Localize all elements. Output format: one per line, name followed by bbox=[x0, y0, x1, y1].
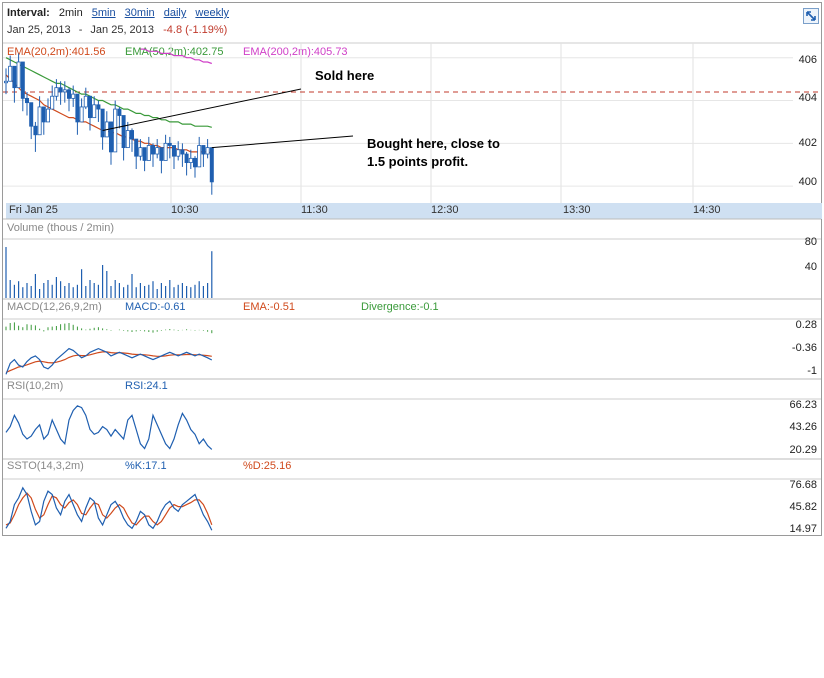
rsi-tick-mid: 43.26 bbox=[789, 421, 817, 433]
candle-body bbox=[12, 65, 17, 89]
candle-body bbox=[96, 104, 101, 110]
candle-body bbox=[88, 95, 93, 119]
annotation-bought-line1: Bought here, close to bbox=[367, 136, 500, 151]
candle-body bbox=[16, 61, 21, 89]
candle-body bbox=[121, 115, 126, 149]
candle-body bbox=[46, 108, 51, 123]
volume-tick-80: 80 bbox=[804, 236, 817, 248]
macd-tick-top: 0.28 bbox=[795, 319, 817, 331]
ssto-k-line bbox=[5, 486, 213, 531]
candle-body bbox=[171, 145, 176, 157]
candle-body bbox=[197, 145, 202, 168]
macd-tick-low: -1 bbox=[807, 365, 817, 377]
time-tick-day: Fri Jan 25 bbox=[9, 204, 58, 216]
candle-body bbox=[205, 147, 210, 155]
candle-body bbox=[8, 65, 13, 82]
candle-body bbox=[79, 106, 84, 123]
candle-body bbox=[201, 145, 206, 155]
candle-body bbox=[37, 106, 42, 136]
candle-body bbox=[176, 149, 181, 157]
candle-body bbox=[142, 147, 147, 161]
ssto-tick-low: 14.97 bbox=[789, 523, 817, 535]
time-tick-1330: 13:30 bbox=[563, 204, 591, 216]
candle-body bbox=[50, 95, 55, 110]
ema200-line bbox=[140, 48, 213, 65]
price-tick-400: 400 bbox=[798, 176, 817, 188]
time-tick-1230: 12:30 bbox=[431, 204, 459, 216]
candle-body bbox=[67, 89, 72, 99]
candle-body bbox=[33, 125, 38, 136]
time-tick-1030: 10:30 bbox=[171, 204, 199, 216]
price-tick-404: 404 bbox=[798, 92, 817, 104]
candle-body bbox=[159, 147, 164, 161]
time-tick-1130: 11:30 bbox=[301, 204, 328, 216]
price-tick-402: 402 bbox=[798, 137, 817, 149]
candle-body bbox=[100, 108, 105, 138]
candle-body bbox=[130, 130, 135, 140]
candle-body bbox=[3, 80, 9, 84]
rsi-tick-low: 20.29 bbox=[789, 444, 817, 456]
candle-body bbox=[188, 157, 193, 164]
candle-body bbox=[167, 142, 172, 146]
ema50-line bbox=[5, 57, 212, 128]
macd-tick-mid: -0.36 bbox=[791, 342, 817, 354]
candle-body bbox=[209, 147, 214, 183]
annotation-pointer-sold bbox=[102, 88, 302, 131]
candle-body bbox=[62, 89, 67, 93]
candle-body bbox=[83, 95, 88, 108]
annotation-sold: Sold here bbox=[315, 68, 375, 83]
candle-body bbox=[163, 142, 168, 161]
volume-tick-40: 40 bbox=[804, 261, 817, 273]
ssto-tick-mid: 45.82 bbox=[789, 501, 817, 513]
rsi-line bbox=[5, 405, 213, 450]
ssto-tick-top: 76.68 bbox=[789, 479, 817, 491]
candle-body bbox=[134, 138, 139, 157]
rsi-tick-top: 66.23 bbox=[789, 399, 817, 411]
candle-body bbox=[117, 108, 122, 116]
time-tick-1430: 14:30 bbox=[693, 204, 721, 216]
candle-body bbox=[125, 130, 130, 149]
candle-body bbox=[20, 61, 25, 99]
chart-canvas bbox=[3, 42, 821, 531]
candle-body bbox=[24, 97, 29, 104]
candle-body bbox=[41, 106, 46, 123]
candle-body bbox=[155, 147, 160, 155]
candle-body bbox=[146, 145, 151, 161]
candle-body bbox=[192, 157, 197, 168]
candle-body bbox=[138, 147, 143, 157]
chart-frame: Interval: 2min 5min 30min daily weekly J… bbox=[2, 2, 822, 536]
candle-body bbox=[109, 121, 114, 153]
annotation-bought-line2: 1.5 points profit. bbox=[367, 154, 469, 169]
candle-body bbox=[29, 102, 34, 127]
candle-body bbox=[75, 93, 80, 123]
candle-body bbox=[180, 149, 185, 155]
candle-body bbox=[71, 93, 76, 99]
annotation-pointer-bought bbox=[211, 135, 354, 149]
candle-body bbox=[58, 87, 63, 93]
candle-body bbox=[113, 108, 118, 153]
candle-body bbox=[150, 145, 155, 155]
candle-body bbox=[54, 87, 59, 97]
candle-body bbox=[184, 153, 189, 164]
candle-body bbox=[92, 104, 97, 119]
price-tick-406: 406 bbox=[798, 54, 817, 66]
